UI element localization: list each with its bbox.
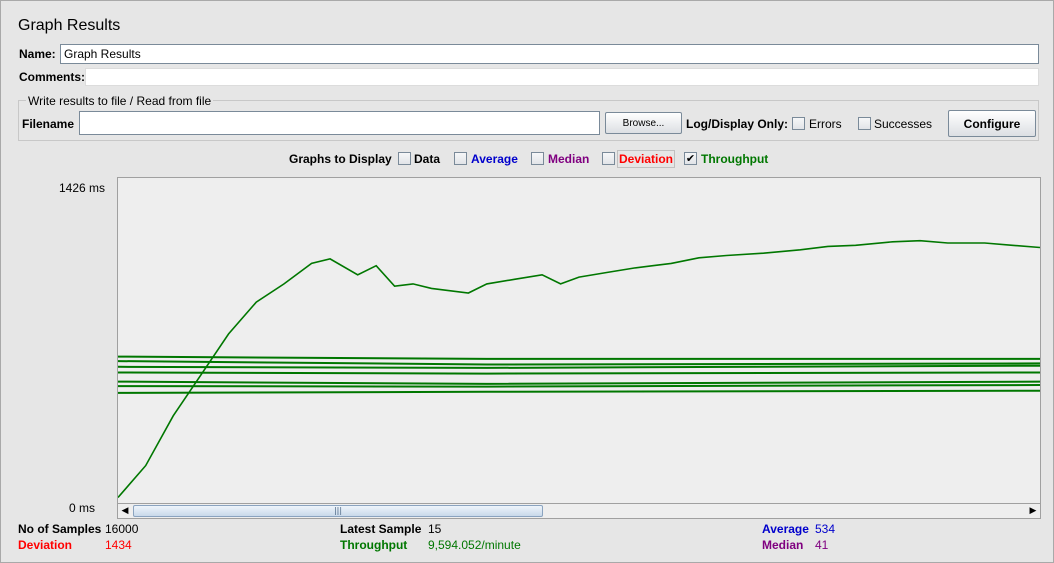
name-field[interactable]: Graph Results	[60, 44, 1039, 64]
configure-button[interactable]: Configure	[948, 110, 1036, 137]
throughput-line-1	[118, 355, 1040, 360]
throughput-line-6	[118, 384, 1040, 388]
graph-plot-area	[117, 177, 1041, 519]
scroll-right-icon[interactable]: ▶	[1026, 504, 1040, 518]
errors-label: Errors	[809, 117, 842, 131]
comments-field[interactable]	[85, 68, 1039, 86]
name-label: Name:	[19, 47, 56, 61]
throughput-line-3	[118, 364, 1040, 369]
average-option-label: Average	[471, 152, 518, 166]
data-checkbox[interactable]	[398, 152, 411, 165]
graph-results-panel: Graph Results Name: Graph Results Commen…	[0, 0, 1054, 563]
errors-checkbox[interactable]	[792, 117, 805, 130]
y-axis-max-label: 1426 ms	[59, 181, 106, 195]
horizontal-scrollbar[interactable]: ◀ ||| ▶	[117, 503, 1041, 519]
browse-button[interactable]: Browse...	[605, 112, 682, 134]
deviation-stat-value: 1434	[105, 538, 132, 552]
average-stat-value: 534	[815, 522, 836, 536]
filename-label: Filename	[22, 117, 75, 131]
throughput-line-5	[118, 380, 1040, 385]
throughput-stat-label: Throughput	[340, 538, 408, 552]
samples-label: No of Samples	[18, 522, 102, 536]
latest-sample-label: Latest Sample	[340, 522, 422, 536]
throughput-line-2	[118, 360, 1040, 366]
deviation-stat-label: Deviation	[18, 538, 73, 552]
throughput-line-7	[118, 389, 1040, 394]
median-stat-value: 41	[815, 538, 829, 552]
throughput-stat-value: 9,594.052/minute	[428, 538, 521, 552]
deviation-option-label: Deviation	[617, 150, 676, 168]
throughput-option-label: Throughput	[701, 152, 769, 166]
graphs-to-display-label: Graphs to Display	[289, 152, 392, 166]
successes-label: Successes	[874, 117, 933, 131]
throughput-line-4	[118, 371, 1040, 375]
scroll-left-icon[interactable]: ◀	[118, 504, 132, 518]
average-checkbox[interactable]	[454, 152, 467, 165]
samples-value: 16000	[105, 522, 139, 536]
average-stat-label: Average	[762, 522, 809, 536]
scroll-thumb[interactable]: |||	[133, 505, 543, 517]
y-axis-min-label: 0 ms	[69, 501, 96, 515]
median-option-label: Median	[548, 152, 590, 166]
panel-title: Graph Results	[18, 17, 121, 34]
deviation-checkbox[interactable]	[602, 152, 615, 165]
filename-input[interactable]	[79, 111, 600, 135]
log-display-label: Log/Display Only:	[686, 117, 789, 131]
latest-sample-value: 15	[428, 522, 442, 536]
median-stat-label: Median	[762, 538, 804, 552]
successes-checkbox[interactable]	[858, 117, 871, 130]
graph-svg	[118, 239, 1040, 499]
throughput-checkbox[interactable]: ✔	[684, 152, 697, 165]
comments-label: Comments:	[19, 70, 86, 84]
throughput-line-0	[118, 239, 1040, 499]
file-group-legend: Write results to file / Read from file	[26, 94, 214, 108]
data-option-label: Data	[414, 152, 441, 166]
median-checkbox[interactable]	[531, 152, 544, 165]
